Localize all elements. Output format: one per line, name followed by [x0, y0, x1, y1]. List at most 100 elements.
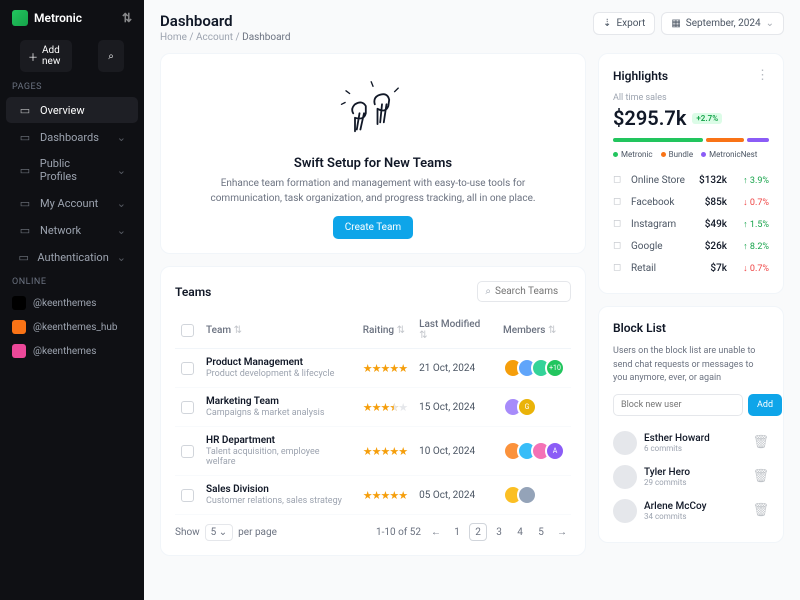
brand[interactable]: Metronic ⇅ — [0, 10, 144, 36]
sidebar: Metronic ⇅ ＋ Add new ⌕ PAGES ▭Overview▭D… — [0, 0, 144, 600]
rating-stars: ★★★★★ — [363, 489, 407, 502]
teams-card: Teams ⌕ Team ⇅ Raiting ⇅ Last Modified ⇅… — [160, 266, 586, 556]
nav-item-public-profiles[interactable]: ▭Public Profiles⌄ — [6, 151, 138, 189]
rating-stars: ★★★★★★ — [363, 401, 407, 414]
chevron-down-icon: ⌄ — [766, 18, 774, 29]
nav-icon: ▭ — [18, 163, 32, 177]
team-date: 10 Oct, 2024 — [413, 427, 497, 476]
nav-item-network[interactable]: ▭Network⌄ — [6, 217, 138, 243]
row-checkbox[interactable] — [181, 362, 194, 375]
team-date: 15 Oct, 2024 — [413, 388, 497, 427]
col-members[interactable]: Members ⇅ — [497, 312, 571, 349]
channel-icon: ◻ — [613, 262, 625, 274]
nav-icon: ▭ — [18, 103, 32, 117]
row-checkbox[interactable] — [181, 445, 194, 458]
swift-setup-card: Swift Setup for New Teams Enhance team f… — [160, 53, 586, 254]
sales-bar — [613, 138, 769, 142]
table-row[interactable]: HR DepartmentTalent acquisition, employe… — [175, 427, 571, 476]
highlights-card: Highlights ⋮ All time sales $295.7k +2.7… — [598, 53, 784, 294]
nav-item-overview[interactable]: ▭Overview — [6, 97, 138, 123]
row-checkbox[interactable] — [181, 489, 194, 502]
page-5[interactable]: 5 — [532, 523, 550, 541]
col-rating[interactable]: Raiting ⇅ — [357, 312, 413, 349]
team-members: G — [503, 397, 565, 417]
export-button[interactable]: ⇣ Export — [593, 12, 655, 35]
teams-search[interactable]: ⌕ — [477, 281, 571, 302]
create-team-button[interactable]: Create Team — [333, 216, 413, 239]
brand-chevron-icon[interactable]: ⇅ — [122, 11, 132, 25]
chevron-down-icon: ⌄ — [117, 197, 126, 210]
trash-icon[interactable]: 🗑 — [752, 435, 769, 450]
avatar-more: G — [517, 397, 537, 417]
main: Dashboard Home / Account / Dashboard ⇣ E… — [144, 0, 800, 600]
more-icon[interactable]: ⋮ — [756, 68, 769, 83]
nav-item-my-account[interactable]: ▭My Account⌄ — [6, 190, 138, 216]
swift-title: Swift Setup for New Teams — [175, 156, 571, 171]
online-item[interactable]: @keenthemes — [0, 291, 144, 315]
trash-icon[interactable]: 🗑 — [752, 503, 769, 518]
chevron-down-icon: ⌄ — [117, 131, 126, 144]
channel-icon: ◻ — [613, 218, 625, 230]
calendar-icon: ▦ — [671, 18, 680, 29]
page-next[interactable]: → — [553, 523, 571, 541]
page-prev[interactable]: ← — [427, 523, 445, 541]
section-pages: PAGES — [0, 76, 144, 96]
checkbox-all[interactable] — [181, 324, 194, 337]
channel-icon: ◻ — [613, 174, 625, 186]
breadcrumb: Home / Account / Dashboard — [160, 32, 291, 43]
header: Dashboard Home / Account / Dashboard ⇣ E… — [160, 12, 784, 43]
period-selector[interactable]: ▦ September, 2024 ⌄ — [661, 12, 784, 35]
search-icon: ⌕ — [485, 286, 491, 297]
swift-desc: Enhance team formation and management wi… — [175, 176, 571, 206]
avatar-more: A — [545, 441, 565, 461]
page-4[interactable]: 4 — [511, 523, 529, 541]
team-desc: Campaigns & market analysis — [206, 408, 351, 418]
table-row[interactable]: Product ManagementProduct development & … — [175, 349, 571, 388]
add-new-button[interactable]: ＋ Add new — [20, 40, 72, 72]
teams-title: Teams — [175, 285, 211, 299]
channel-row: ◻Facebook$85k↓ 0.7% — [613, 191, 769, 213]
sales-value: $295.7k — [613, 106, 686, 130]
highlights-title: Highlights — [613, 69, 668, 83]
export-icon: ⇣ — [603, 18, 611, 29]
sales-legend: MetronicBundleMetronicNest — [613, 150, 769, 159]
blocked-user: Tyler Hero29 commits🗑 — [613, 460, 769, 494]
sidebar-search-button[interactable]: ⌕ — [98, 40, 124, 72]
col-modified[interactable]: Last Modified ⇅ — [413, 312, 497, 349]
chevron-down-icon: ⌄ — [117, 164, 126, 177]
channel-row: ◻Online Store$132k↑ 3.9% — [613, 169, 769, 191]
team-desc: Product development & lifecycle — [206, 369, 351, 379]
table-row[interactable]: Sales DivisionCustomer relations, sales … — [175, 476, 571, 515]
block-add-button[interactable]: Add — [748, 394, 782, 416]
trash-icon[interactable]: 🗑 — [752, 469, 769, 484]
legend-item: Bundle — [661, 150, 694, 159]
col-team[interactable]: Team ⇅ — [200, 312, 357, 349]
blocklist-desc: Users on the block list are unable to se… — [613, 345, 769, 386]
blocked-user: Arlene McCoy34 commits🗑 — [613, 494, 769, 528]
team-name: Product Management — [206, 357, 351, 368]
team-name: Marketing Team — [206, 396, 351, 407]
page-1[interactable]: 1 — [448, 523, 466, 541]
channel-row: ◻Retail$7k↓ 0.7% — [613, 257, 769, 279]
legend-item: Metronic — [613, 150, 653, 159]
block-user-input[interactable] — [613, 394, 743, 416]
blocklist-card: Block List Users on the block list are u… — [598, 306, 784, 543]
social-icon — [12, 344, 26, 358]
avatar — [613, 499, 637, 523]
search-input[interactable] — [495, 286, 563, 297]
team-date: 21 Oct, 2024 — [413, 349, 497, 388]
avatar — [613, 431, 637, 455]
table-row[interactable]: Marketing TeamCampaigns & market analysi… — [175, 388, 571, 427]
nav-item-authentication[interactable]: ▭Authentication⌄ — [6, 244, 138, 270]
row-checkbox[interactable] — [181, 401, 194, 414]
page-3[interactable]: 3 — [490, 523, 508, 541]
nav-item-dashboards[interactable]: ▭Dashboards⌄ — [6, 124, 138, 150]
team-date: 05 Oct, 2024 — [413, 476, 497, 515]
channel-icon: ◻ — [613, 196, 625, 208]
online-item[interactable]: @keenthemes_hub — [0, 315, 144, 339]
page-2[interactable]: 2 — [469, 523, 487, 541]
team-desc: Customer relations, sales strategy — [206, 496, 351, 506]
page-size-select[interactable]: 5 ⌄ — [205, 524, 233, 541]
team-name: HR Department — [206, 435, 351, 446]
online-item[interactable]: @keenthemes — [0, 339, 144, 363]
